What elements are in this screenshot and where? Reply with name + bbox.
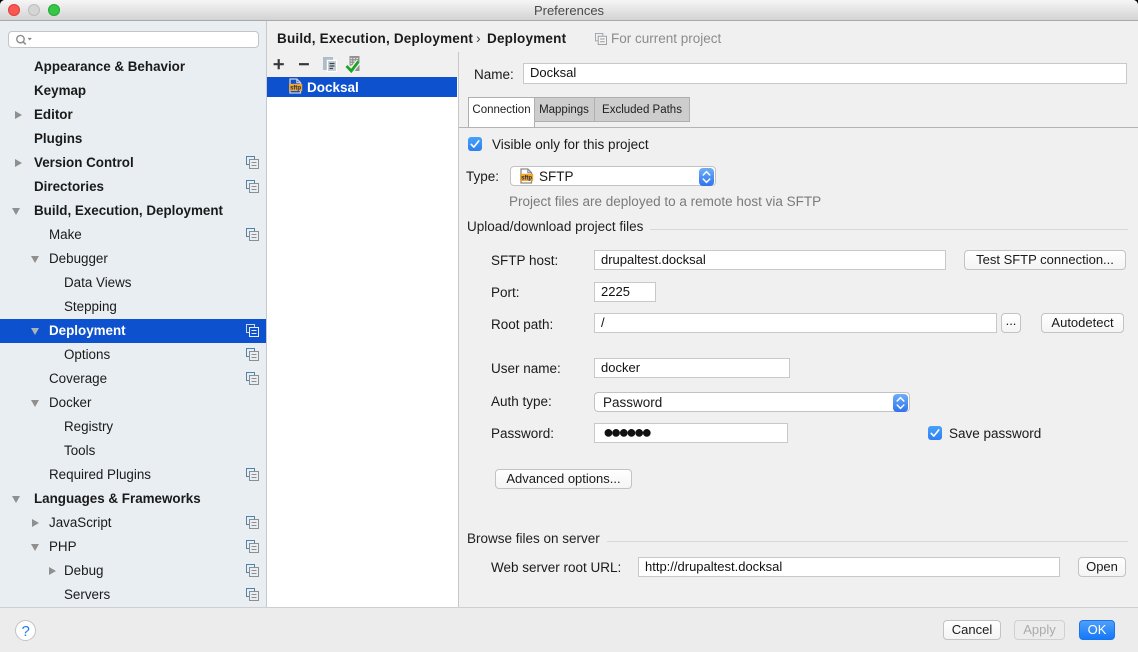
svg-text:sftp: sftp bbox=[521, 176, 532, 182]
svg-text:sftp: sftp bbox=[290, 86, 301, 92]
